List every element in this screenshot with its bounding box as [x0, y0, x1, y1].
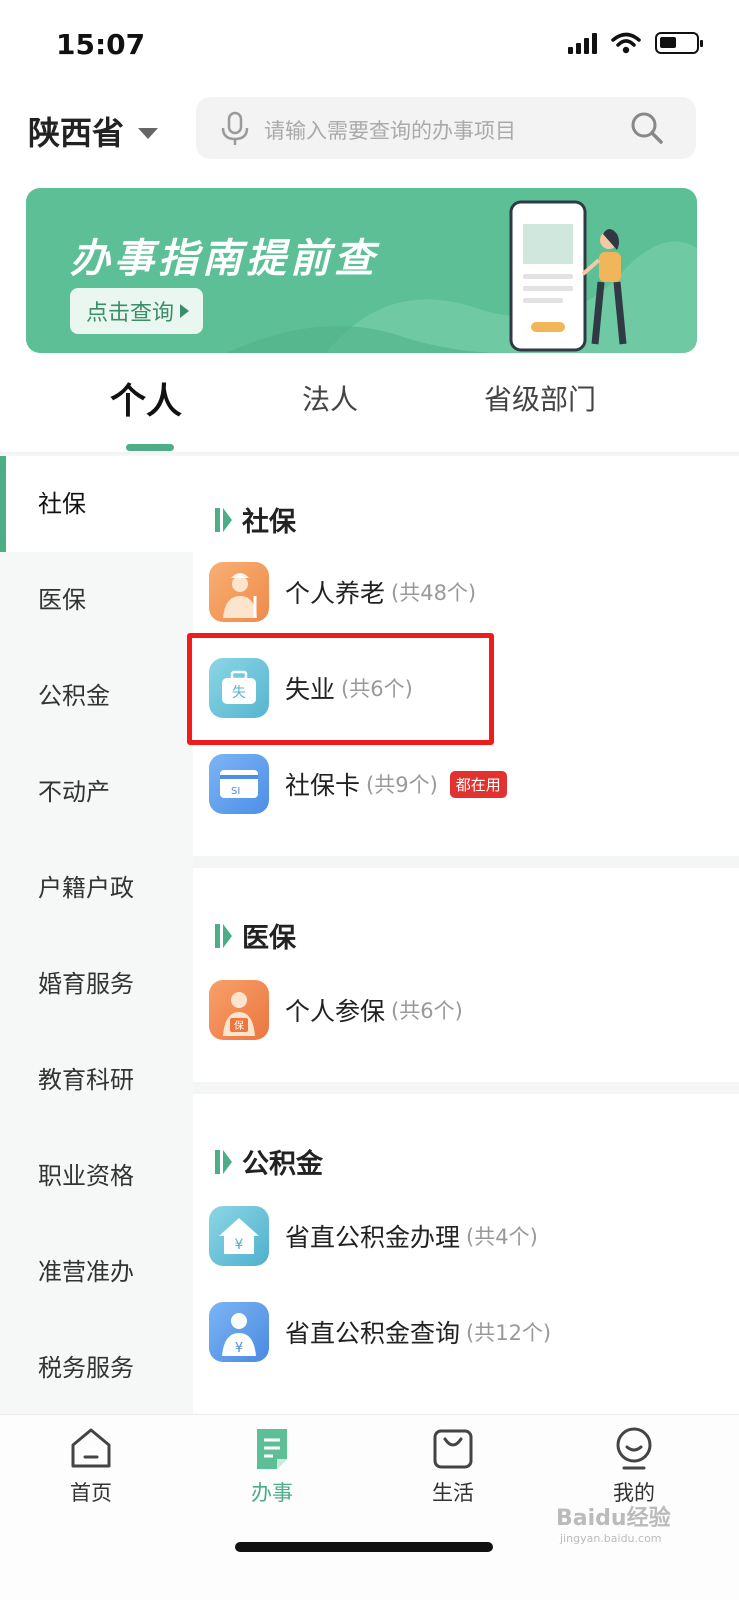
insured-person-icon: 保 [209, 980, 269, 1040]
section-title-text: 社保 [242, 507, 296, 538]
banner-title: 办事指南提前查 [70, 236, 378, 282]
item-name: 个人养老 [285, 579, 386, 608]
battery-icon [655, 32, 703, 54]
section-title: 社保 [215, 500, 296, 539]
list-item-personal-pension[interactable]: 个人养老 (共48个) [209, 560, 476, 624]
wifi-icon [611, 32, 641, 54]
sidebar-item-tax-services[interactable]: 税务服务 [0, 1320, 193, 1416]
watermark-url: jingyan.baidu.com [560, 1532, 662, 1545]
sidebar-item-social-security[interactable]: 社保 [0, 456, 193, 552]
house-yuan-icon: ¥ [209, 1206, 269, 1266]
svg-text:SI: SI [231, 786, 240, 797]
section-marker-icon [215, 507, 232, 532]
search-icon[interactable] [630, 111, 664, 145]
list-item-personal-enrollment[interactable]: 保 个人参保 (共6个) [209, 978, 463, 1042]
cellular-signal-icon [568, 32, 597, 54]
status-time: 15:07 [56, 28, 146, 61]
banner-query-button[interactable]: 点击查询 [70, 288, 204, 334]
banner-button-label: 点击查询 [86, 301, 175, 326]
province-selector[interactable]: 陕西省 [28, 108, 159, 154]
status-bar: 15:07 [0, 0, 739, 92]
section-title-text: 公积金 [242, 1149, 323, 1180]
item-name: 省直公积金查询 [285, 1319, 461, 1348]
microphone-icon[interactable] [218, 111, 252, 147]
popular-badge: 都在用 [449, 770, 507, 798]
section-title: 公积金 [215, 1142, 323, 1181]
phone-illustration [509, 200, 627, 352]
section-medical-insurance: 医保 保 个人参保 (共6个) [193, 868, 739, 1082]
nav-label: 办事 [251, 1481, 293, 1505]
item-count: (共9个) [366, 773, 438, 797]
tab-legal-entity[interactable]: 法人 [302, 378, 358, 418]
tab-provincial-departments[interactable]: 省级部门 [484, 378, 596, 418]
profile-icon [616, 1427, 652, 1470]
svg-text:¥: ¥ [235, 1237, 244, 1253]
list-item-social-security-card[interactable]: SI 社保卡 (共9个) 都在用 [209, 752, 507, 816]
category-sidebar: 社保 医保 公积金 不动产 户籍户政 婚育服务 教育科研 职业资格 准营准办 税… [0, 456, 193, 1414]
item-count: (共48个) [391, 581, 477, 605]
province-label: 陕西省 [28, 114, 125, 152]
status-icons [568, 32, 703, 54]
promo-banner[interactable]: 办事指南提前查 点击查询 [26, 188, 697, 353]
watermark: Baidu经验 [556, 1506, 671, 1531]
person-yuan-icon: ¥ [209, 1302, 269, 1362]
section-title: 医保 [215, 916, 296, 955]
sidebar-item-business-permits[interactable]: 准营准办 [0, 1224, 193, 1320]
home-icon [71, 1428, 111, 1468]
sidebar-item-education-research[interactable]: 教育科研 [0, 1032, 193, 1128]
list-item-housing-fund-processing[interactable]: ¥ 省直公积金办理 (共4个) [209, 1204, 538, 1268]
nav-label: 生活 [432, 1481, 474, 1505]
list-item-housing-fund-query[interactable]: ¥ 省直公积金查询 (共12个) [209, 1300, 551, 1364]
item-name: 个人参保 [285, 997, 386, 1026]
svg-text:¥: ¥ [235, 1341, 243, 1356]
chevron-down-icon [138, 127, 159, 139]
sidebar-item-medical-insurance[interactable]: 医保 [0, 552, 193, 648]
service-list: 社保 个人养老 (共48个) 失 失业 (共6个) SI 社保卡 (共9个) 都… [193, 456, 739, 1414]
nav-home[interactable]: 首页 [36, 1425, 146, 1507]
elderly-person-icon [209, 562, 269, 622]
sidebar-item-household-registration[interactable]: 户籍户政 [0, 840, 193, 936]
sidebar-item-real-estate[interactable]: 不动产 [0, 744, 193, 840]
section-housing-fund: 公积金 ¥ 省直公积金办理 (共4个) ¥ 省直公积金查询 (共12个) [193, 1094, 739, 1414]
home-indicator[interactable] [235, 1542, 493, 1552]
document-icon [257, 1429, 287, 1469]
item-name: 社保卡 [285, 771, 361, 800]
si-card-icon: SI [209, 754, 269, 814]
nav-profile[interactable]: 我的 [579, 1425, 689, 1507]
play-arrow-icon [180, 304, 190, 318]
sidebar-item-housing-fund[interactable]: 公积金 [0, 648, 193, 744]
sidebar-item-professional-qualification[interactable]: 职业资格 [0, 1128, 193, 1224]
nav-label: 首页 [70, 1481, 112, 1505]
tab-personal[interactable]: 个人 [110, 372, 182, 424]
search-input[interactable]: 请输入需要查询的办事项目 [264, 115, 516, 145]
search-bar[interactable]: 请输入需要查询的办事项目 [196, 97, 696, 159]
item-count: (共6个) [391, 999, 463, 1023]
item-count: (共12个) [466, 1321, 552, 1345]
sidebar-item-marriage-childbirth[interactable]: 婚育服务 [0, 936, 193, 1032]
nav-services[interactable]: 办事 [217, 1425, 327, 1507]
nav-life[interactable]: 生活 [398, 1425, 508, 1507]
highlight-annotation [187, 633, 494, 745]
section-marker-icon [215, 1149, 232, 1174]
item-name: 省直公积金办理 [285, 1223, 461, 1252]
svg-text:保: 保 [234, 1019, 244, 1032]
tab-indicator [126, 444, 174, 451]
category-tabs: 个人 法人 省级部门 [0, 370, 739, 452]
shopping-bag-icon [433, 1429, 473, 1469]
section-marker-icon [215, 923, 232, 948]
item-count: (共4个) [466, 1225, 538, 1249]
section-title-text: 医保 [242, 923, 296, 954]
